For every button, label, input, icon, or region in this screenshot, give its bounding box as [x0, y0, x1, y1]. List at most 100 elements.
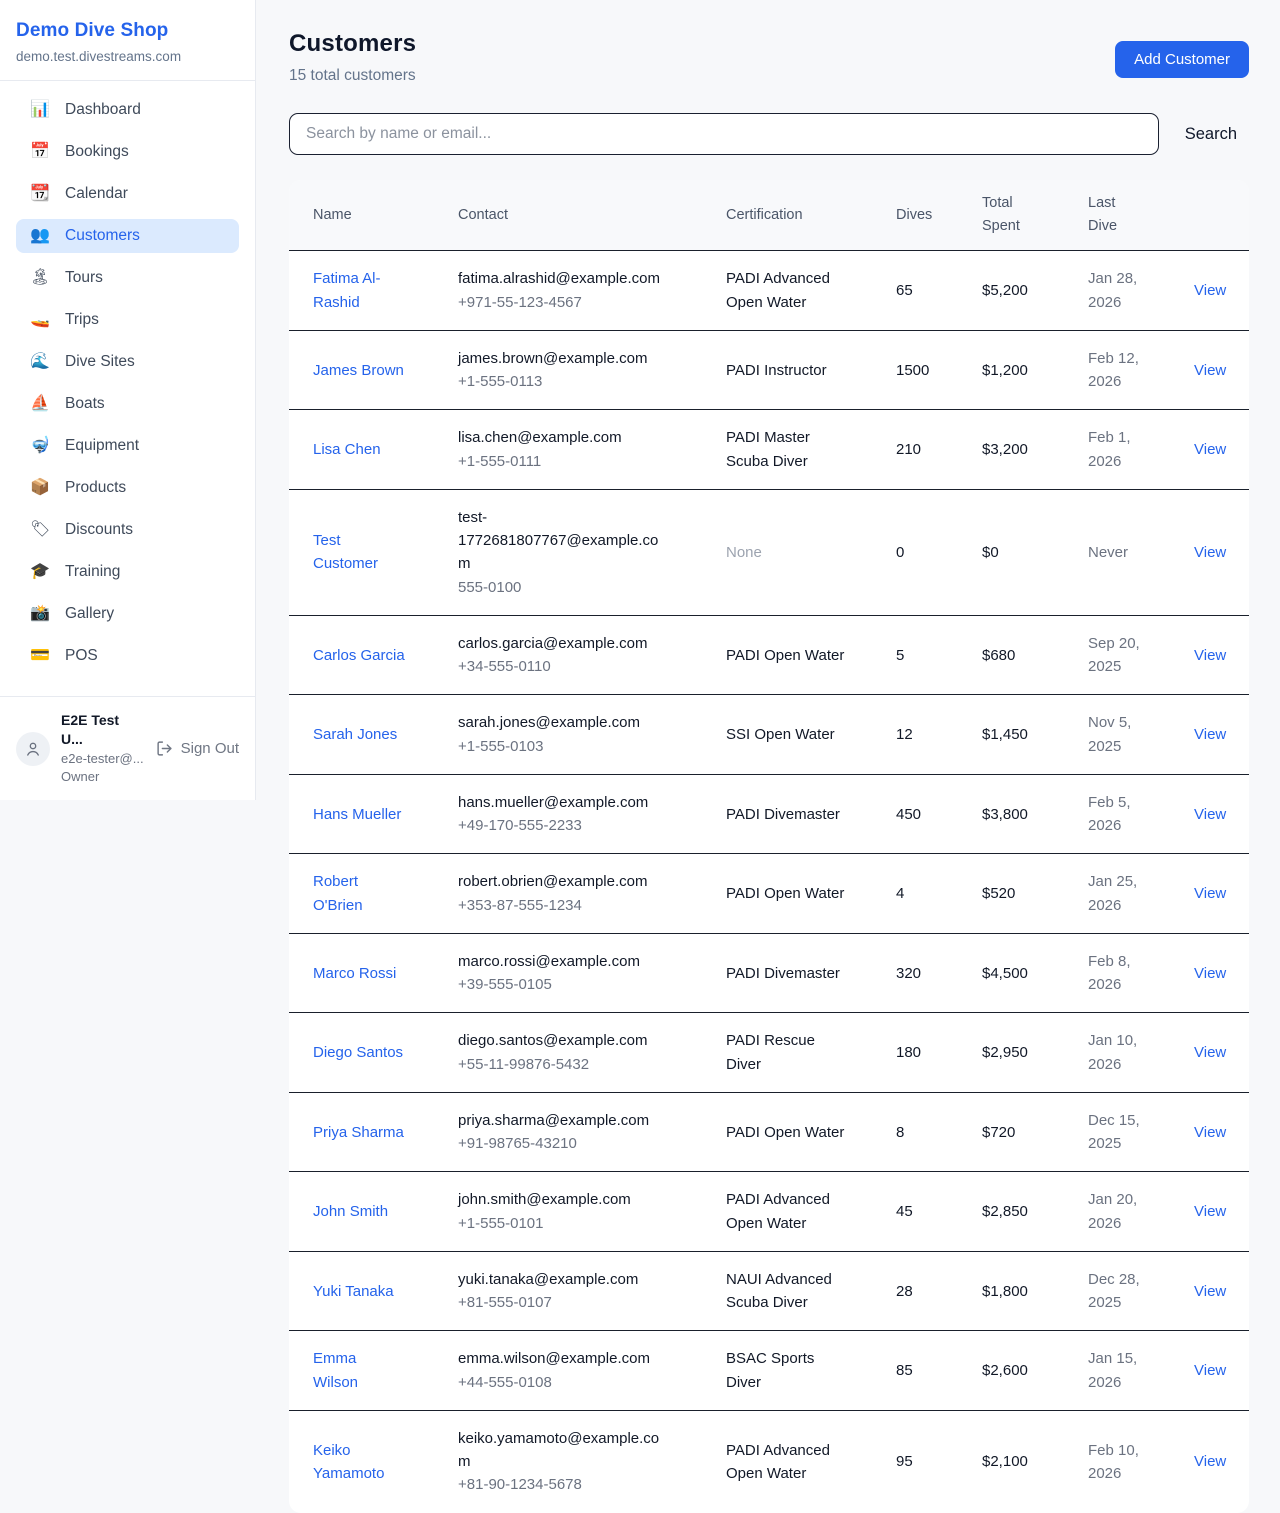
- view-customer-link[interactable]: View: [1194, 1124, 1226, 1141]
- customer-name-link[interactable]: Emma Wilson: [313, 1347, 405, 1394]
- customer-name-link[interactable]: Sarah Jones: [313, 723, 397, 746]
- customer-email: marco.rossi@example.com: [458, 950, 664, 973]
- view-customer-link[interactable]: View: [1194, 806, 1226, 823]
- customer-email: john.smith@example.com: [458, 1188, 664, 1211]
- customer-certification: PADI Divemaster: [726, 962, 848, 985]
- customer-name-link[interactable]: John Smith: [313, 1200, 388, 1223]
- column-header: [1194, 180, 1249, 251]
- customer-total-spent: $2,950: [982, 1041, 1072, 1064]
- table-header-row: NameContactCertificationDivesTotal Spent…: [289, 180, 1249, 251]
- add-customer-button[interactable]: Add Customer: [1115, 41, 1249, 78]
- customer-certification: PADI Divemaster: [726, 803, 848, 826]
- sidebar-item-equipment[interactable]: 🤿 Equipment: [16, 429, 239, 463]
- customer-phone: +1-555-0103: [458, 735, 664, 758]
- sidebar-user-panel: E2E Test U... e2e-tester@... Owner Sign …: [0, 696, 255, 800]
- table-row: Yuki Tanaka yuki.tanaka@example.com +81-…: [289, 1251, 1249, 1331]
- shop-name: Demo Dive Shop: [16, 20, 239, 42]
- customer-phone: +44-555-0108: [458, 1371, 664, 1394]
- customer-total-spent: $4,500: [982, 962, 1072, 985]
- customer-last-dive: Feb 8, 2026: [1088, 950, 1168, 997]
- sidebar-item-boats[interactable]: ⛵ Boats: [16, 387, 239, 421]
- sign-out-button[interactable]: Sign Out: [156, 740, 239, 757]
- customer-name-link[interactable]: Test Customer: [313, 529, 405, 576]
- equipment-icon: 🤿: [30, 438, 50, 454]
- sidebar-item-calendar[interactable]: 📆 Calendar: [16, 177, 239, 211]
- customer-certification: PADI Advanced Open Water: [726, 1188, 848, 1235]
- view-customer-link[interactable]: View: [1194, 282, 1226, 299]
- customer-name-link[interactable]: Lisa Chen: [313, 438, 381, 461]
- view-customer-link[interactable]: View: [1194, 647, 1226, 664]
- customer-certification: PADI Open Water: [726, 882, 848, 905]
- view-customer-link[interactable]: View: [1194, 1362, 1226, 1379]
- customer-certification: PADI Advanced Open Water: [726, 1439, 848, 1486]
- view-customer-link[interactable]: View: [1194, 1203, 1226, 1220]
- customer-name-link[interactable]: Fatima Al-Rashid: [313, 267, 405, 314]
- customer-dives: 450: [896, 803, 966, 826]
- customer-name-link[interactable]: Marco Rossi: [313, 962, 396, 985]
- customer-phone: +81-90-1234-5678: [458, 1473, 664, 1496]
- training-icon: 🎓: [30, 564, 50, 580]
- view-customer-link[interactable]: View: [1194, 1283, 1226, 1300]
- page-title: Customers: [289, 30, 416, 58]
- user-role: Owner: [61, 768, 145, 786]
- view-customer-link[interactable]: View: [1194, 726, 1226, 743]
- sidebar-item-label: Trips: [65, 311, 99, 329]
- customer-total-spent: $5,200: [982, 279, 1072, 302]
- view-customer-link[interactable]: View: [1194, 441, 1226, 458]
- customer-email: fatima.alrashid@example.com: [458, 267, 664, 290]
- customer-name-link[interactable]: Hans Mueller: [313, 803, 401, 826]
- customer-name-link[interactable]: James Brown: [313, 359, 404, 382]
- view-customer-link[interactable]: View: [1194, 362, 1226, 379]
- sidebar-item-label: Dive Sites: [65, 353, 135, 371]
- view-customer-link[interactable]: View: [1194, 1044, 1226, 1061]
- customer-phone: +1-555-0113: [458, 370, 664, 393]
- sidebar-item-label: Calendar: [65, 185, 128, 203]
- main-content: Customers 15 total customers Add Custome…: [256, 0, 1280, 1513]
- view-customer-link[interactable]: View: [1194, 965, 1226, 982]
- sidebar-item-discounts[interactable]: 🏷 Discounts: [16, 513, 239, 547]
- customer-name-link[interactable]: Robert O'Brien: [313, 870, 405, 917]
- customer-email: test-1772681807767@example.com: [458, 506, 664, 576]
- customer-phone: +353-87-555-1234: [458, 894, 664, 917]
- customer-certification: PADI Open Water: [726, 1121, 848, 1144]
- customer-name-link[interactable]: Carlos Garcia: [313, 644, 405, 667]
- search-button[interactable]: Search: [1173, 117, 1249, 152]
- sidebar-item-dashboard[interactable]: 📊 Dashboard: [16, 93, 239, 127]
- sidebar-item-gallery[interactable]: 📸 Gallery: [16, 597, 239, 631]
- table-row: John Smith john.smith@example.com +1-555…: [289, 1172, 1249, 1252]
- view-customer-link[interactable]: View: [1194, 544, 1226, 561]
- customer-email: lisa.chen@example.com: [458, 426, 664, 449]
- customer-certification: PADI Rescue Diver: [726, 1029, 848, 1076]
- sidebar-item-tours[interactable]: 🏝 Tours: [16, 261, 239, 295]
- customer-dives: 320: [896, 962, 966, 985]
- sidebar-item-products[interactable]: 📦 Products: [16, 471, 239, 505]
- customer-name-link[interactable]: Priya Sharma: [313, 1121, 404, 1144]
- sidebar-item-trips[interactable]: 🚤 Trips: [16, 303, 239, 337]
- customer-total-spent: $0: [982, 541, 1072, 564]
- column-header: Certification: [726, 180, 896, 251]
- customer-phone: +1-555-0101: [458, 1212, 664, 1235]
- products-icon: 📦: [30, 480, 50, 496]
- table-row: Diego Santos diego.santos@example.com +5…: [289, 1013, 1249, 1093]
- table-row: Emma Wilson emma.wilson@example.com +44-…: [289, 1331, 1249, 1411]
- table-row: Lisa Chen lisa.chen@example.com +1-555-0…: [289, 410, 1249, 490]
- sidebar-item-customers[interactable]: 👥 Customers: [16, 219, 239, 253]
- avatar: [16, 732, 50, 766]
- customer-dives: 5: [896, 644, 966, 667]
- sidebar-item-bookings[interactable]: 📅 Bookings: [16, 135, 239, 169]
- customer-name-link[interactable]: Diego Santos: [313, 1041, 403, 1064]
- customer-name-link[interactable]: Keiko Yamamoto: [313, 1439, 405, 1486]
- view-customer-link[interactable]: View: [1194, 885, 1226, 902]
- customer-dives: 0: [896, 541, 966, 564]
- sign-out-label: Sign Out: [181, 740, 239, 757]
- sidebar-item-label: Gallery: [65, 605, 114, 623]
- search-input[interactable]: [289, 113, 1159, 155]
- sidebar-item-dive-sites[interactable]: 🌊 Dive Sites: [16, 345, 239, 379]
- sidebar-item-training[interactable]: 🎓 Training: [16, 555, 239, 589]
- sidebar-item-label: Dashboard: [65, 101, 141, 119]
- customer-email: yuki.tanaka@example.com: [458, 1268, 664, 1291]
- customer-last-dive: Nov 5, 2025: [1088, 711, 1168, 758]
- view-customer-link[interactable]: View: [1194, 1453, 1226, 1470]
- sidebar-item-pos[interactable]: 💳 POS: [16, 639, 239, 673]
- customer-name-link[interactable]: Yuki Tanaka: [313, 1280, 394, 1303]
